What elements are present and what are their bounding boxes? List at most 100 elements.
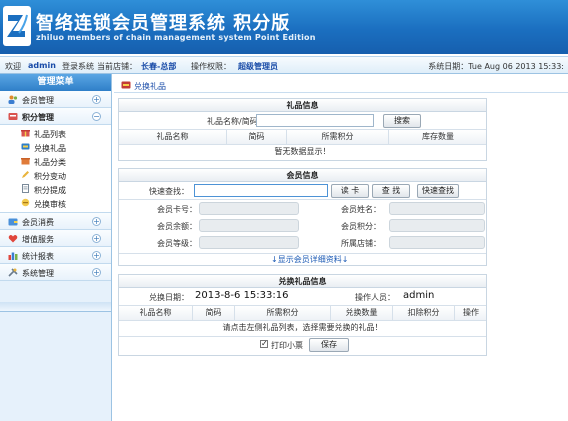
operator-value: admin: [403, 290, 435, 301]
print-receipt-label: 打印小票: [271, 341, 303, 350]
app-logo: [3, 6, 31, 46]
find-button[interactable]: 查 找: [372, 184, 410, 198]
panel-title: 会员信息: [119, 169, 486, 182]
sidebar-item-label: 礼品列表: [34, 130, 66, 139]
quick-search-input[interactable]: [194, 184, 328, 197]
exchange-icon: [121, 81, 131, 89]
level-field: [199, 236, 299, 249]
store-field: [389, 236, 485, 249]
column-header: 操作: [463, 308, 479, 317]
current-store: 长春-总部: [141, 62, 177, 71]
quick-search-label: 快速查找：: [149, 187, 189, 196]
expand-icon[interactable]: +: [92, 268, 101, 277]
bar-chart-icon: [8, 252, 18, 260]
sidebar-item-label: 礼品分类: [34, 158, 66, 167]
expand-icon[interactable]: +: [92, 217, 101, 226]
column-header: 简码: [227, 130, 287, 144]
category-icon: [21, 158, 30, 165]
pencil-icon: [22, 171, 29, 178]
exchange-date-value: 2013-8-6 15:33:16: [195, 290, 289, 301]
column-header: 礼品名称: [119, 130, 227, 144]
current-store-label: 当前店铺：: [97, 62, 137, 71]
app-title: 智络连锁会员管理系统 积分版: [36, 13, 291, 34]
sidebar-item-exchange-review[interactable]: 兑换审核: [0, 196, 111, 210]
save-button[interactable]: 保存: [309, 338, 349, 352]
logo-icon: [7, 14, 28, 37]
sidebar-group-label: 系统管理: [22, 269, 54, 278]
points-icon: [8, 113, 18, 120]
balance-field: [199, 219, 299, 232]
gift-search-row: 礼品名称/简码: 搜索: [119, 112, 486, 130]
gift-search-input[interactable]: [256, 114, 374, 127]
users-icon: [8, 95, 18, 104]
read-card-button[interactable]: 读 卡: [331, 184, 369, 198]
collapse-icon[interactable]: −: [92, 112, 101, 121]
breadcrumb-label: 兑换礼品: [134, 82, 166, 91]
sidebar-item-label: 积分变动: [34, 172, 66, 181]
column-header: 兑换数量: [331, 306, 393, 320]
print-receipt-checkbox[interactable]: [260, 339, 268, 348]
gift-icon: [21, 130, 30, 137]
exchange-hint: 请点击左侧礼品列表，选择需要兑换的礼品！: [119, 321, 486, 337]
show-details-link[interactable]: ↓显示会员详细资料↓: [271, 254, 348, 265]
member-info-panel: 会员信息 快速查找： 读 卡 查 找 快速查找 会员卡号： 会员姓名： 会员余额…: [118, 168, 487, 266]
sidebar-item-gift-list[interactable]: 礼品列表: [0, 126, 111, 140]
expand-icon[interactable]: +: [92, 95, 101, 104]
sidebar-group-label: 会员管理: [22, 96, 54, 105]
sidebar-group-member-management[interactable]: 会员管理 +: [0, 91, 111, 108]
sidebar-group-reports[interactable]: 统计报表 +: [0, 247, 111, 264]
quick-search-row: 快速查找： 读 卡 查 找 快速查找: [119, 182, 486, 200]
column-header: 扣除积分: [393, 306, 455, 320]
tools-icon: [8, 268, 18, 277]
column-header: 库存数量: [422, 132, 454, 141]
app-header: 智络连锁会员管理系统 积分版 zhiluo members of chain m…: [0, 0, 568, 54]
sidebar-group-value-added[interactable]: 增值服务 +: [0, 230, 111, 247]
document-icon: [22, 184, 29, 193]
member-name-label: 会员姓名：: [341, 205, 381, 214]
exchange-date-label: 兑换日期：: [149, 293, 189, 302]
member-fields: 会员卡号： 会员姓名： 会员余额： 会员积分： 会员等级： 所属店铺：: [119, 200, 486, 254]
points-field: [389, 219, 485, 232]
gift-info-panel: 礼品信息 礼品名称/简码: 搜索 礼品名称 简码 所需积分 库存数量 暂无数据显…: [118, 98, 487, 161]
sidebar-group-label: 增值服务: [22, 235, 54, 244]
breadcrumb: 兑换礼品: [114, 78, 568, 93]
column-header: 礼品名称: [119, 306, 193, 320]
sidebar-item-exchange-gift[interactable]: 兑换礼品: [0, 140, 111, 154]
gift-search-label: 礼品名称/简码:: [207, 117, 261, 126]
expand-icon[interactable]: +: [92, 234, 101, 243]
balance-label: 会员余额：: [157, 222, 197, 231]
sidebar-item-label: 兑换审核: [34, 200, 66, 209]
store-label: 所属店铺：: [341, 239, 381, 248]
operator-label: 操作人员：: [355, 293, 395, 302]
gift-search-button[interactable]: 搜索: [383, 114, 421, 128]
sidebar-group-member-consumption[interactable]: 会员消费 +: [0, 213, 111, 230]
sidebar-item-label: 积分提成: [34, 186, 66, 195]
system-date: 系统日期：Tue Aug 06 2013 15:33:: [428, 62, 564, 71]
sidebar-heading: 管理菜单: [0, 74, 111, 91]
username: admin: [28, 61, 56, 70]
gift-empty-message: 暂无数据显示！: [274, 147, 331, 156]
app-subtitle: zhiluo members of chain management syste…: [36, 33, 316, 42]
points-submenu: 礼品列表 兑换礼品 礼品分类 积分变动 积分提成 兑换审核: [0, 125, 111, 213]
expand-icon[interactable]: +: [92, 251, 101, 260]
permission-label: 操作权限：: [191, 62, 231, 71]
sidebar-group-points-management[interactable]: 积分管理 −: [0, 108, 111, 125]
main-content: 兑换礼品 礼品信息 礼品名称/简码: 搜索 礼品名称 简码 所需积分 库存数量 …: [114, 74, 568, 421]
points-label: 会员积分：: [341, 222, 381, 231]
sidebar-group-label: 统计报表: [22, 252, 54, 261]
sidebar-item-points-change[interactable]: 积分变动: [0, 168, 111, 182]
panel-title: 兑换礼品信息: [119, 275, 486, 288]
user-info-bar: 欢迎 admin 登录系统 当前店铺： 长春-总部 操作权限： 超级管理员 系统…: [0, 56, 568, 74]
sidebar-group-system[interactable]: 系统管理 +: [0, 264, 111, 281]
quick-find-button[interactable]: 快速查找: [417, 184, 459, 198]
sidebar-item-gift-category[interactable]: 礼品分类: [0, 154, 111, 168]
exchange-icon: [21, 143, 30, 150]
card-no-field: [199, 202, 299, 215]
sidebar-item-points-commission[interactable]: 积分提成: [0, 182, 111, 196]
card-no-label: 会员卡号：: [157, 205, 197, 214]
member-name-field: [389, 202, 485, 215]
level-label: 会员等级：: [157, 239, 197, 248]
exchange-actions-row: 打印小票 保存: [119, 337, 486, 354]
sidebar-group-label: 积分管理: [22, 113, 54, 122]
exchange-meta-row: 兑换日期： 2013-8-6 15:33:16 操作人员： admin: [119, 288, 486, 306]
